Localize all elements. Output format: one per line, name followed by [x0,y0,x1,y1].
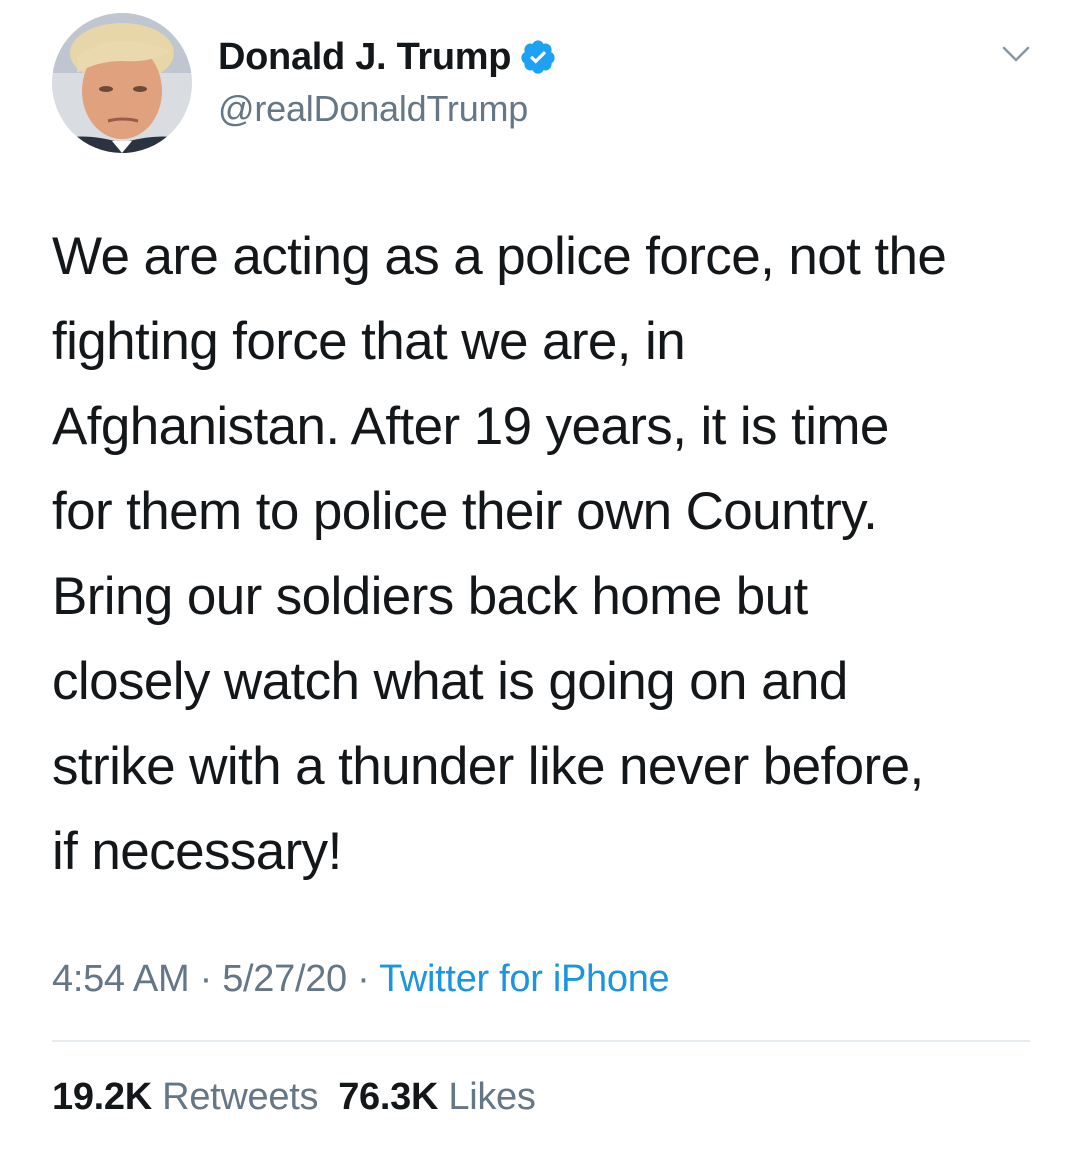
meta-separator: · [346,958,380,1000]
retweets-count: 19.2K [52,1076,152,1118]
tweet-metadata: 4:54 AM · 5/27/20 · Twitter for iPhone [52,954,670,1004]
author-display-name[interactable]: Donald J. Trump [218,33,512,81]
tweet-line: fighting force that we are, in [52,312,686,371]
tweet-line: strike with a thunder like never before, [52,737,924,796]
retweets-stat[interactable]: 19.2K Retweets [52,1076,318,1118]
likes-stat[interactable]: 76.3K Likes [338,1076,536,1118]
verified-badge-icon [519,38,557,76]
tweet-line: for them to police their own Country. [52,482,878,541]
tweet-date[interactable]: 5/27/20 [222,958,347,1000]
tweet-line: Afghanistan. After 19 years, it is time [52,397,889,456]
avatar[interactable] [52,13,192,153]
avatar-image [52,13,192,153]
tweet-line: if necessary! [52,822,342,881]
retweets-label: Retweets [162,1076,319,1118]
likes-count: 76.3K [338,1076,439,1118]
tweet-source-link[interactable]: Twitter for iPhone [379,958,670,1000]
author-name-row[interactable]: Donald J. Trump [218,33,557,81]
likes-label: Likes [448,1076,536,1118]
divider [52,1040,1030,1042]
tweet-card: Donald J. Trump @realDonaldTrump We are … [0,0,1080,1170]
tweet-time[interactable]: 4:54 AM [52,958,190,1000]
tweet-text: We are acting as a police force, not the… [52,214,1042,894]
tweet-line: closely watch what is going on and [52,652,848,711]
tweet-stats: 19.2K Retweets 76.3K Likes [52,1072,536,1122]
author-handle[interactable]: @realDonaldTrump [218,86,528,132]
tweet-line: We are acting as a police force, not the [52,227,947,286]
chevron-down-icon[interactable] [1000,42,1032,66]
meta-separator: · [189,958,223,1000]
tweet-line: Bring our soldiers back home but [52,567,808,626]
